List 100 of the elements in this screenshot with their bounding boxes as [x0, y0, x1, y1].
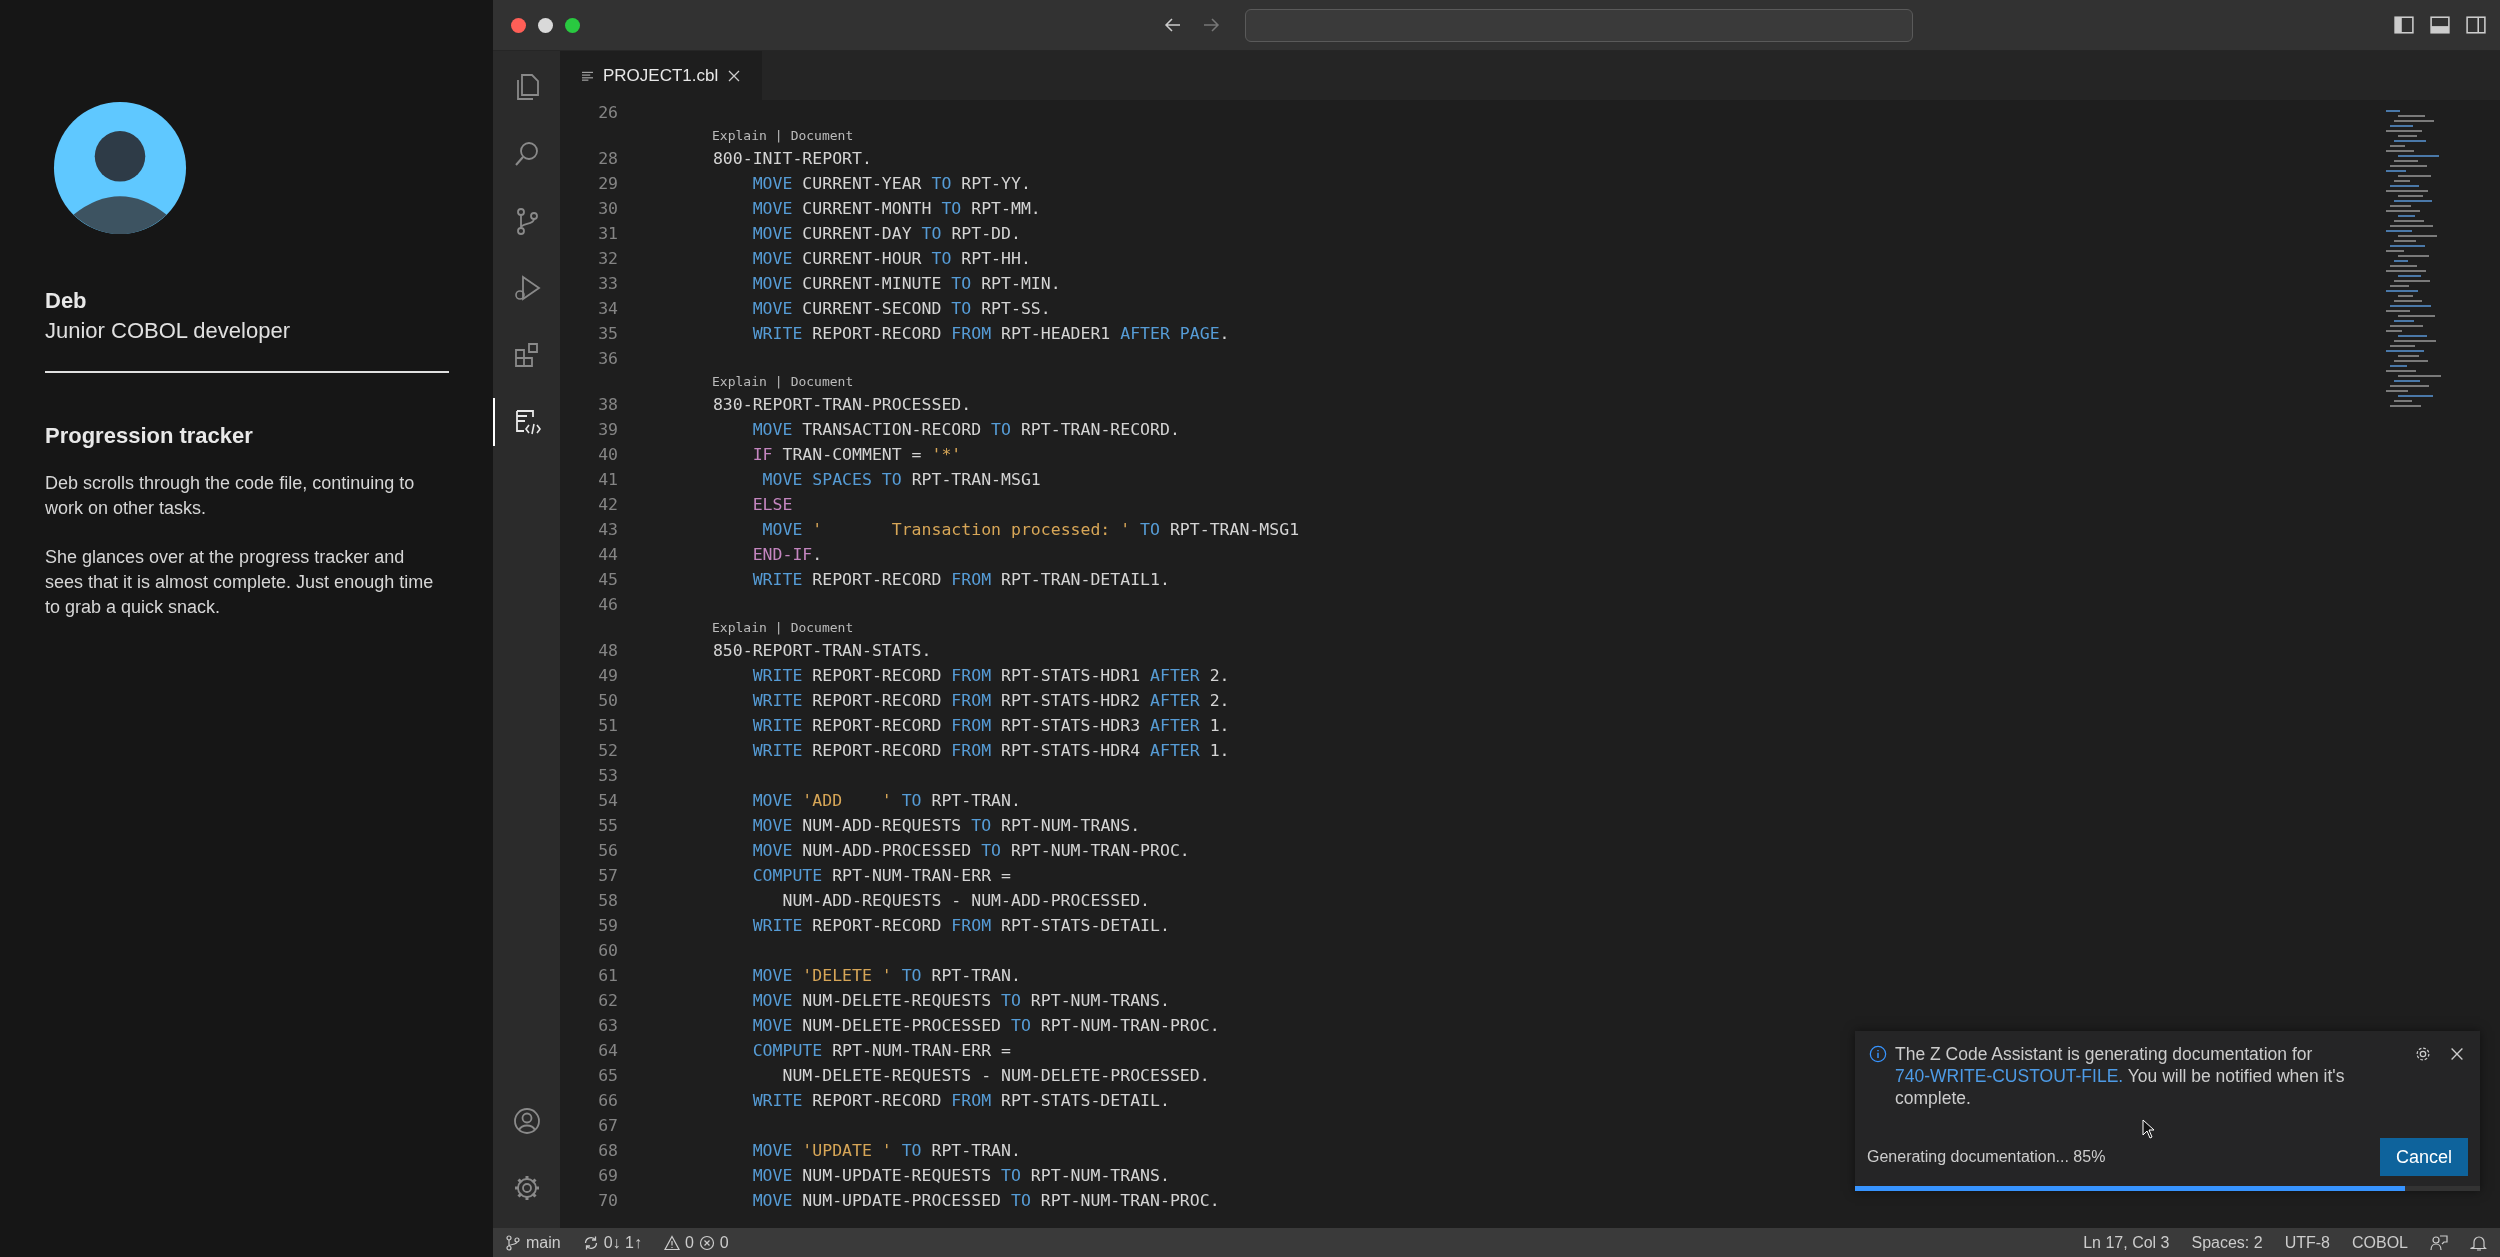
- branch-indicator[interactable]: main: [505, 1233, 561, 1252]
- sync-counts: 0↓ 1↑: [603, 1233, 642, 1252]
- line-number: 26: [597, 103, 618, 122]
- bell-icon[interactable]: [2470, 1233, 2488, 1252]
- feedback-icon[interactable]: [2430, 1233, 2448, 1252]
- line-number: 53: [597, 766, 618, 785]
- code-line: COMPUTE RPT-NUM-TRAN-ERR =: [751, 866, 1011, 885]
- active-indicator: [493, 398, 495, 446]
- minimize-window-button[interactable]: [538, 17, 553, 33]
- panel-toggle-icon[interactable]: [2430, 16, 2450, 34]
- branch-icon: [505, 1234, 521, 1251]
- line-number: 45: [597, 570, 618, 589]
- settings-icon[interactable]: [2414, 1045, 2432, 1063]
- code-line: WRITE REPORT-RECORD FROM RPT-STATS-HDR2 AFTER 2.: [751, 691, 1230, 710]
- status-item[interactable]: Ln 17, Col 3: [2083, 1233, 2170, 1252]
- line-number: 69: [597, 1166, 618, 1185]
- code-line: MOVE NUM-UPDATE-PROCESSED TO RPT-NUM-TRAN-PROC.: [751, 1191, 1220, 1210]
- code-line: MOVE SPACES TO RPT-TRAN-MSG1: [761, 470, 1041, 489]
- document-link[interactable]: Document: [790, 128, 854, 143]
- command-search-field[interactable]: [1245, 8, 1913, 42]
- info-icon: [1869, 1045, 1887, 1063]
- line-number: 34: [597, 299, 618, 318]
- code-line: COMPUTE RPT-NUM-TRAN-ERR =: [751, 1041, 1011, 1060]
- code-line: MOVE NUM-DELETE-REQUESTS TO RPT-NUM-TRANS.: [751, 991, 1170, 1010]
- code-line: WRITE REPORT-RECORD FROM RPT-STATS-HDR4 AFTER 1.: [751, 741, 1230, 760]
- error-icon: [698, 1234, 715, 1251]
- code-line: MOVE NUM-ADD-REQUESTS TO RPT-NUM-TRANS.: [751, 816, 1141, 835]
- line-number: 39: [597, 420, 618, 439]
- status-item[interactable]: COBOL: [2352, 1233, 2408, 1252]
- document-link[interactable]: Document: [790, 620, 854, 635]
- code-line: WRITE REPORT-RECORD FROM RPT-TRAN-DETAIL1.: [751, 570, 1170, 589]
- code-line: NUM-ADD-REQUESTS - NUM-ADD-PROCESSED.: [781, 891, 1151, 910]
- code-line: WRITE REPORT-RECORD FROM RPT-STATS-DETAIL.: [751, 1091, 1170, 1110]
- status-item[interactable]: UTF-8: [2284, 1233, 2330, 1252]
- line-number: 35: [597, 324, 618, 343]
- line-number: 40: [597, 445, 618, 464]
- cancel-button[interactable]: Cancel: [2379, 1138, 2468, 1176]
- line-number: 67: [597, 1116, 618, 1135]
- line-number: 32: [597, 249, 618, 268]
- code-line: MOVE TRANSACTION-RECORD TO RPT-TRAN-RECORD.: [751, 420, 1180, 439]
- story-paragraph: Deb scrolls through the code file, continuing to work on other tasks.: [45, 472, 416, 520]
- secondary-sidebar-toggle-icon[interactable]: [2466, 16, 2486, 34]
- code-line: MOVE CURRENT-YEAR TO RPT-YY.: [751, 174, 1031, 193]
- document-link[interactable]: Document: [790, 374, 854, 389]
- progress-status: Generating documentation... 85%: [1867, 1148, 2106, 1166]
- code-line: 800-INIT-REPORT.: [711, 149, 872, 168]
- code-line: MOVE NUM-UPDATE-REQUESTS TO RPT-NUM-TRANS.: [751, 1166, 1170, 1185]
- persona-role: Junior COBOL developer: [45, 317, 291, 345]
- code-line: MOVE CURRENT-MINUTE TO RPT-MIN.: [751, 274, 1061, 293]
- code-line: MOVE 'DELETE ' TO RPT-TRAN.: [751, 966, 1021, 985]
- code-line: WRITE REPORT-RECORD FROM RPT-HEADER1 AFTER PAGE.: [751, 324, 1230, 343]
- line-number: 33: [597, 274, 618, 293]
- code-line: MOVE CURRENT-DAY TO RPT-DD.: [751, 224, 1021, 243]
- explain-link[interactable]: Explain: [712, 374, 767, 389]
- code-line: 830-REPORT-TRAN-PROCESSED.: [711, 395, 972, 414]
- code-line: WRITE REPORT-RECORD FROM RPT-STATS-HDR1 AFTER 2.: [751, 666, 1230, 685]
- line-number: 52: [597, 741, 618, 760]
- line-number: 66: [597, 1091, 618, 1110]
- file-tab[interactable]: PROJECT1.cbl: [560, 51, 763, 100]
- line-number: 62: [597, 991, 618, 1010]
- sync-indicator[interactable]: 0↓ 1↑: [582, 1233, 642, 1252]
- line-number: 44: [597, 545, 618, 564]
- maximize-window-button[interactable]: [565, 17, 580, 33]
- explain-link[interactable]: Explain: [712, 620, 767, 635]
- code-line: 850-REPORT-TRAN-STATS.: [711, 641, 932, 660]
- code-line: END-IF.: [751, 545, 823, 564]
- code-line: WRITE REPORT-RECORD FROM RPT-STATS-DETAIL.: [751, 916, 1170, 935]
- sidebar-toggle-icon[interactable]: [2394, 16, 2414, 34]
- status-item[interactable]: Spaces: 2: [2191, 1233, 2263, 1252]
- line-number: 63: [597, 1016, 618, 1035]
- line-number: 43: [597, 520, 618, 539]
- sync-icon: [582, 1234, 599, 1251]
- close-window-button[interactable]: [511, 17, 526, 33]
- problems-indicator[interactable]: 0 0: [663, 1233, 729, 1252]
- separator-text: |: [774, 128, 783, 143]
- code-line: MOVE 'ADD ' TO RPT-TRAN.: [751, 791, 1021, 810]
- function-link[interactable]: 740-WRITE-CUSTOUT-FILE.: [1895, 1066, 2124, 1086]
- code-line: MOVE NUM-ADD-PROCESSED TO RPT-NUM-TRAN-PROC.: [751, 841, 1190, 860]
- code-line: ELSE: [751, 495, 793, 514]
- avatar-icon: [52, 100, 188, 236]
- line-number: 49: [597, 666, 618, 685]
- line-number: 70: [597, 1191, 618, 1210]
- warning-icon: [663, 1234, 680, 1251]
- code-line: MOVE NUM-DELETE-PROCESSED TO RPT-NUM-TRAN-PROC.: [751, 1016, 1220, 1035]
- line-number: 68: [597, 1141, 618, 1160]
- notification-message: The Z Code Assistant is generating documentation for 740-WRITE-CUSTOUT-FILE. You will be notified when it's complete.: [1895, 1043, 2346, 1109]
- close-icon[interactable]: [728, 69, 741, 82]
- line-number: 31: [597, 224, 618, 243]
- line-number: 50: [597, 691, 618, 710]
- branch-name: main: [526, 1233, 561, 1252]
- line-number: 57: [597, 866, 618, 885]
- line-number: 28: [597, 149, 618, 168]
- section-heading: Progression tracker: [45, 423, 254, 449]
- line-number: 64: [597, 1041, 618, 1060]
- explain-link[interactable]: Explain: [712, 128, 767, 143]
- line-number: 36: [597, 349, 618, 368]
- line-number: 55: [597, 816, 618, 835]
- persona-name: Deb: [45, 287, 88, 315]
- code-line: MOVE 'UPDATE ' TO RPT-TRAN.: [751, 1141, 1021, 1160]
- line-number: 46: [597, 595, 618, 614]
